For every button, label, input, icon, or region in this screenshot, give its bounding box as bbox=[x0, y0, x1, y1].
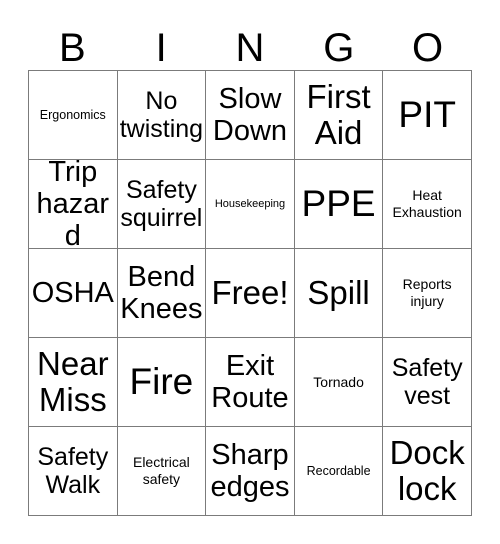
bingo-cell-label: Free! bbox=[211, 274, 289, 311]
bingo-cell-label: Spill bbox=[307, 274, 370, 311]
bingo-cell-label: Slow Down bbox=[212, 83, 288, 147]
bingo-cell-r5-c3[interactable]: Sharp edges bbox=[206, 427, 295, 516]
bingo-cell-label: PPE bbox=[301, 183, 376, 224]
bingo-cell-label: Safety vest bbox=[391, 354, 463, 410]
bingo-cell-r4-c4[interactable]: Tornado bbox=[294, 338, 384, 427]
bingo-cell-r1-c2[interactable]: No twisting bbox=[117, 71, 207, 160]
bingo-row: Near Miss Fire Exit Route Tornado Safety ves… bbox=[29, 338, 472, 427]
bingo-cell-r4-c1[interactable]: Near Miss bbox=[29, 338, 118, 427]
bingo-grid: Ergonomics No twisting Slow Down First Aid P… bbox=[28, 70, 472, 516]
bingo-cell-label: Near Miss bbox=[37, 345, 109, 418]
bingo-cell-r2-c2[interactable]: Safety squirrel bbox=[117, 160, 207, 249]
bingo-cell-r2-c1[interactable]: Trip hazard bbox=[29, 160, 118, 249]
bingo-cell-r2-c3[interactable]: Housekeeping bbox=[206, 160, 295, 249]
bingo-cell-label: Housekeeping bbox=[214, 198, 286, 210]
bingo-cell-r3-c3[interactable]: Free! bbox=[206, 249, 295, 338]
bingo-cell-r4-c5[interactable]: Safety vest bbox=[383, 338, 472, 427]
bingo-cell-label: Heat Exhaustion bbox=[392, 187, 462, 220]
bingo-header-letter-b: B bbox=[59, 26, 86, 70]
bingo-header-letter-i: I bbox=[155, 26, 167, 70]
bingo-cell-label: Dock lock bbox=[389, 434, 465, 507]
bingo-card: B I N G O Ergonomics No twisting Slow Down Firs… bbox=[0, 0, 500, 544]
bingo-cell-r4-c3[interactable]: Exit Route bbox=[206, 338, 295, 427]
bingo-header-letter-g: G bbox=[323, 26, 355, 70]
bingo-cell-r1-c1[interactable]: Ergonomics bbox=[29, 71, 118, 160]
bingo-header-letter-n: N bbox=[235, 26, 265, 70]
bingo-cell-label: First Aid bbox=[306, 78, 371, 151]
bingo-header-row: BINGO bbox=[28, 18, 472, 70]
bingo-cell-r4-c2[interactable]: Fire bbox=[117, 338, 207, 427]
bingo-cell-r1-c4[interactable]: First Aid bbox=[294, 71, 384, 160]
bingo-row: Safety Walk Electrical safety Sharp edges R… bbox=[29, 427, 472, 516]
bingo-cell-label: Trip hazard bbox=[36, 160, 110, 249]
bingo-cell-label: Exit Route bbox=[211, 350, 289, 414]
bingo-cell-r2-c4[interactable]: PPE bbox=[294, 160, 384, 249]
bingo-cell-label: Safety squirrel bbox=[120, 176, 203, 232]
bingo-cell-r5-c2[interactable]: Electrical safety bbox=[117, 427, 207, 516]
bingo-cell-label: Reports injury bbox=[402, 276, 452, 309]
bingo-cell-label: Sharp edges bbox=[210, 439, 290, 503]
bingo-cell-label: PIT bbox=[398, 94, 456, 135]
bingo-cell-label: OSHA bbox=[31, 277, 114, 309]
bingo-cell-label: No twisting bbox=[119, 87, 204, 143]
bingo-cell-r3-c1[interactable]: OSHA bbox=[29, 249, 118, 338]
bingo-cell-r3-c4[interactable]: Spill bbox=[294, 249, 384, 338]
bingo-row: Ergonomics No twisting Slow Down First Aid P… bbox=[29, 71, 472, 160]
bingo-row: Trip hazard Safety squirrel Housekeeping PP… bbox=[29, 160, 472, 249]
bingo-cell-r1-c5[interactable]: PIT bbox=[383, 71, 472, 160]
bingo-cell-label: Bend Knees bbox=[120, 261, 203, 325]
bingo-cell-label: Safety Walk bbox=[37, 443, 109, 499]
bingo-cell-label: Recordable bbox=[306, 463, 371, 478]
bingo-row: OSHA Bend Knees Free! Spill Reports injury bbox=[29, 249, 472, 338]
bingo-header-letter-o: O bbox=[412, 26, 444, 70]
bingo-cell-r5-c4[interactable]: Recordable bbox=[294, 427, 384, 516]
bingo-cell-label: Electrical safety bbox=[132, 454, 190, 487]
bingo-cell-r5-c1[interactable]: Safety Walk bbox=[29, 427, 118, 516]
bingo-cell-r5-c5[interactable]: Dock lock bbox=[383, 427, 472, 516]
bingo-cell-r3-c2[interactable]: Bend Knees bbox=[117, 249, 207, 338]
bingo-cell-r3-c5[interactable]: Reports injury bbox=[383, 249, 472, 338]
bingo-cell-r2-c5[interactable]: Heat Exhaustion bbox=[383, 160, 472, 249]
bingo-cell-label: Ergonomics bbox=[39, 107, 106, 122]
bingo-cell-label: Fire bbox=[129, 361, 194, 402]
bingo-cell-label: Tornado bbox=[313, 373, 364, 390]
bingo-cell-r1-c3[interactable]: Slow Down bbox=[206, 71, 295, 160]
